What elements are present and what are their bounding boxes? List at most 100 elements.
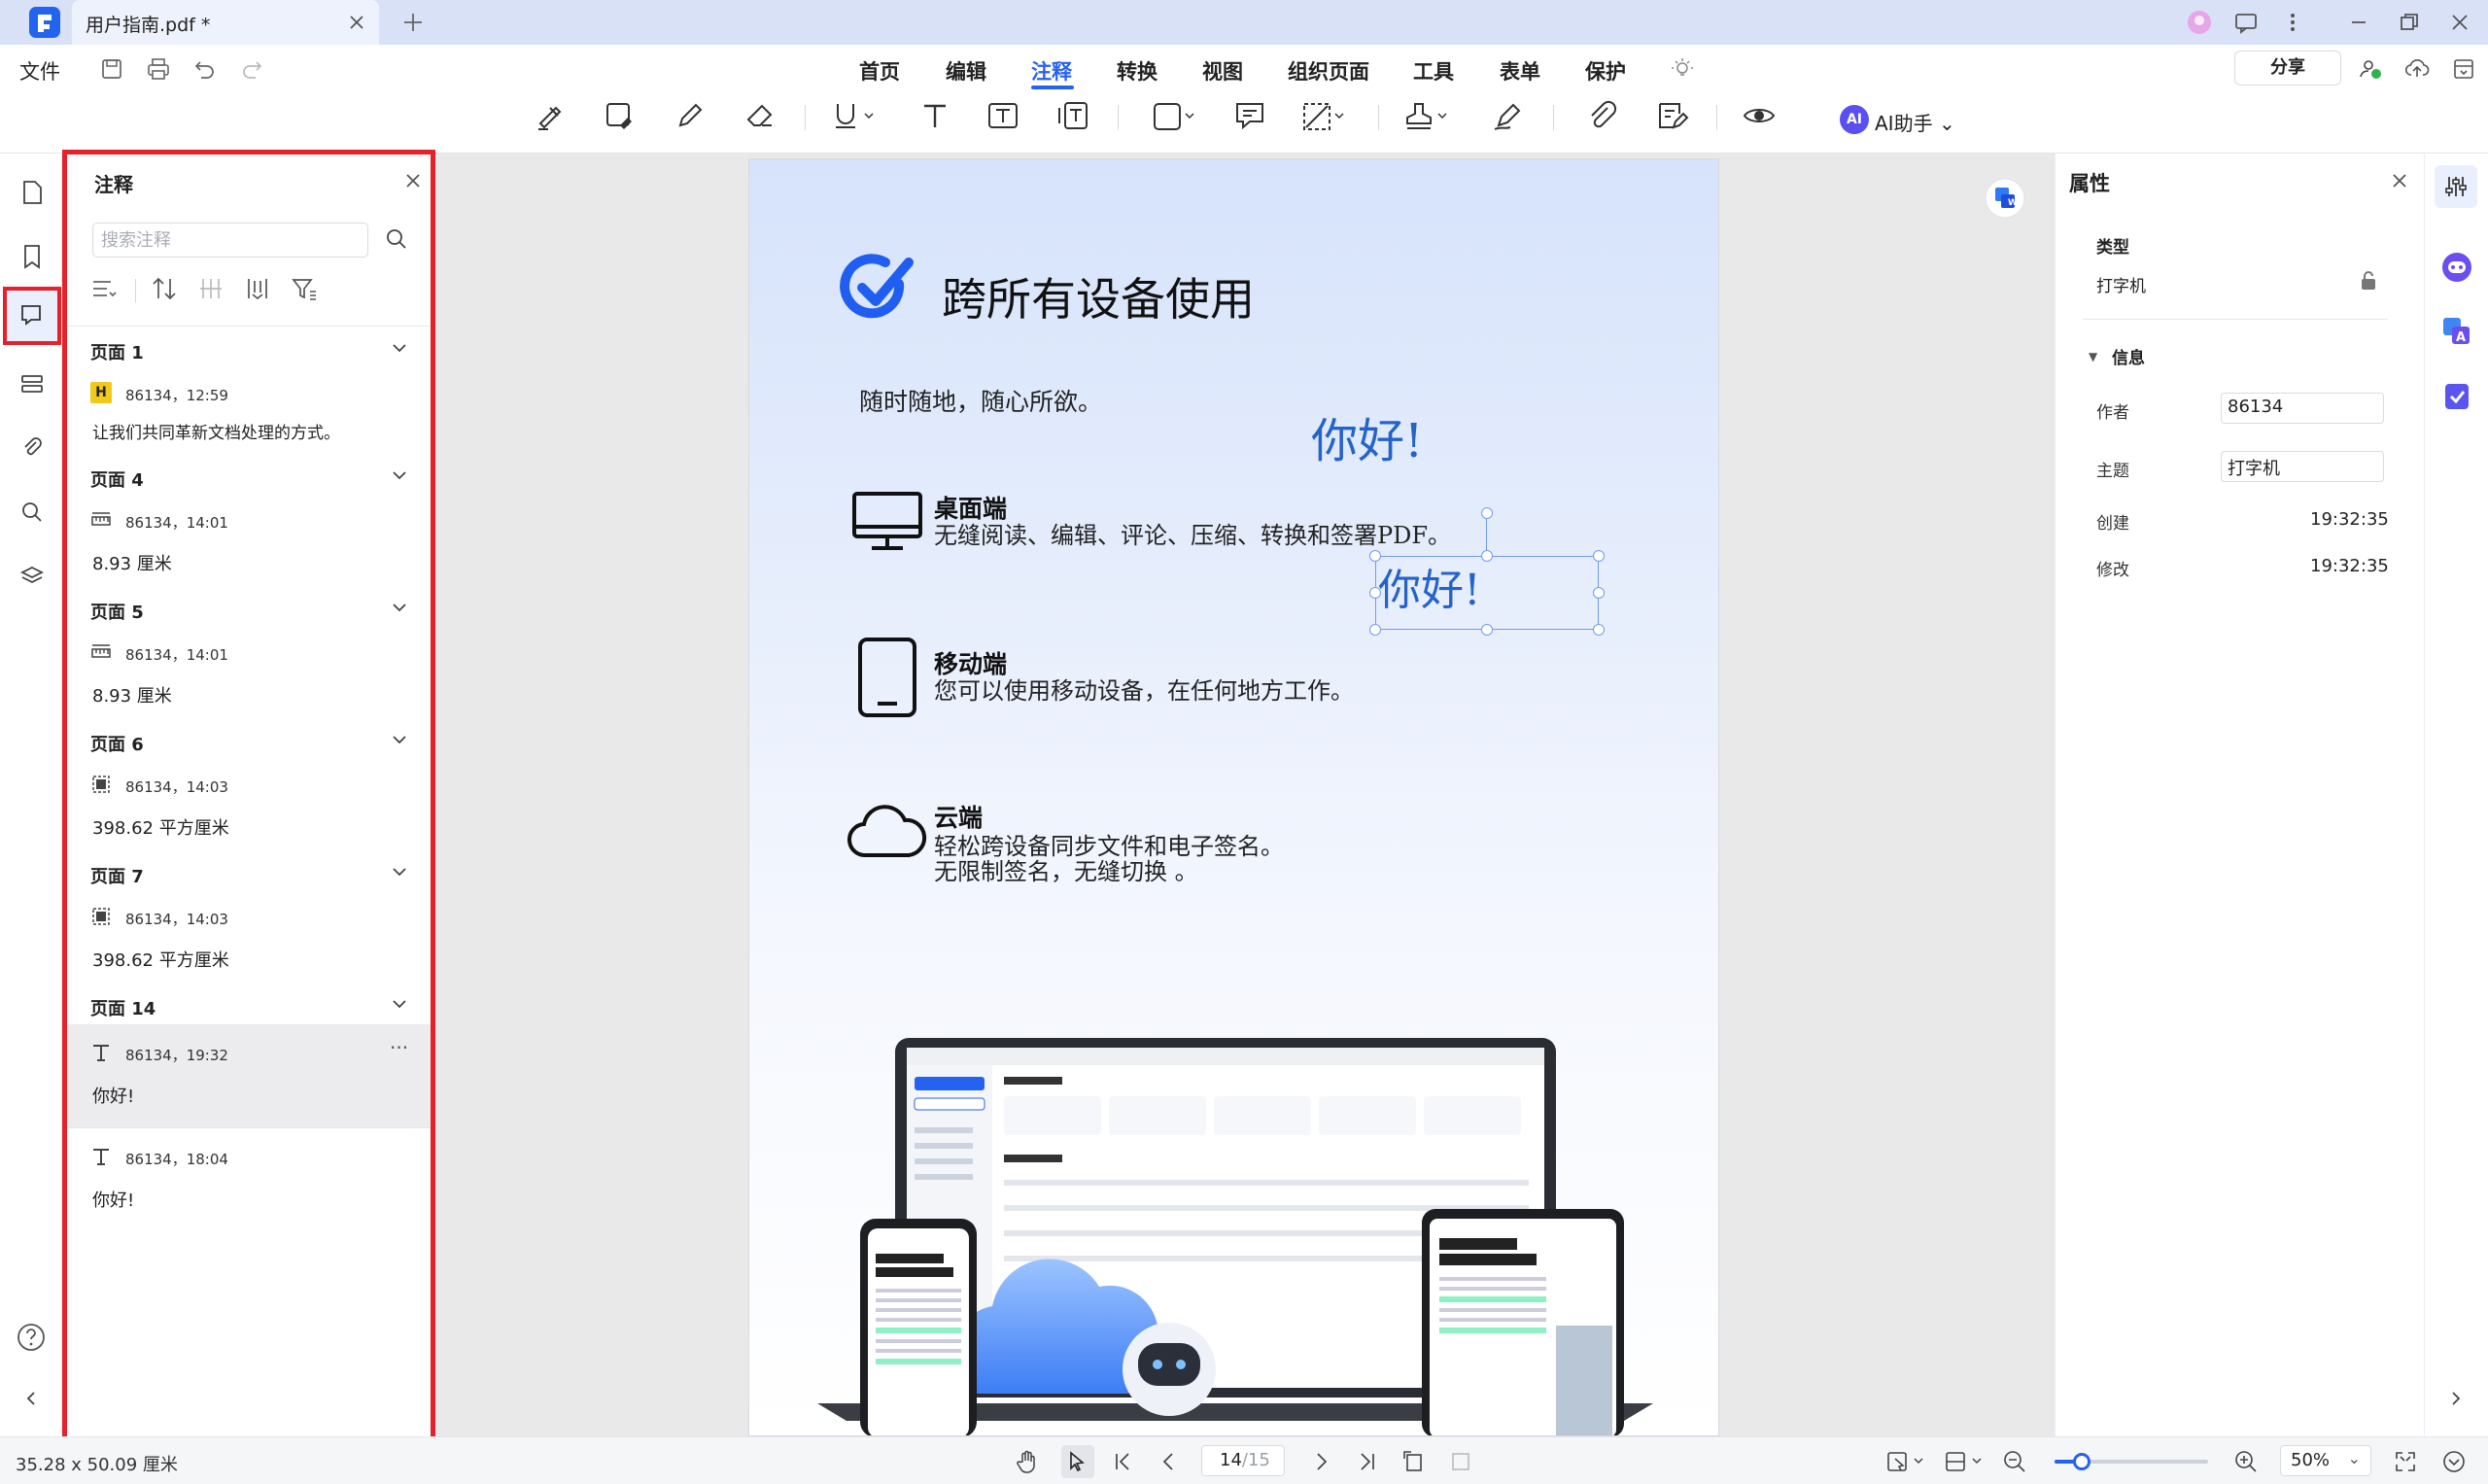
menu-protect[interactable]: 保护: [1585, 56, 1626, 86]
chevron-down-icon[interactable]: [391, 341, 408, 355]
close-window-icon[interactable]: [2447, 10, 2472, 35]
shape-icon[interactable]: [1151, 98, 1199, 133]
cursor-mode-icon[interactable]: [1885, 1449, 1928, 1474]
more-vertical-icon[interactable]: [2280, 10, 2305, 35]
comment-group-page-14[interactable]: 页面 14: [67, 984, 431, 1020]
menu-edit[interactable]: 编辑: [946, 56, 986, 86]
avatar[interactable]: [2187, 10, 2212, 35]
comment-group-page-4[interactable]: 页面 4: [67, 455, 431, 492]
hand-tool-icon[interactable]: [1015, 1449, 1040, 1474]
comment-group-page-7[interactable]: 页面 7: [67, 851, 431, 888]
bookmark-icon[interactable]: [19, 243, 45, 270]
chevron-down-icon[interactable]: [391, 468, 408, 482]
comment-item[interactable]: 86134，18:04 你好!: [67, 1128, 431, 1231]
measure-icon[interactable]: [1300, 98, 1349, 133]
resize-handle[interactable]: [1481, 550, 1493, 562]
eye-icon[interactable]: [1742, 98, 1777, 133]
eraser-icon[interactable]: [743, 98, 778, 133]
zoom-level-select[interactable]: 50% ⌄: [2280, 1445, 2371, 1476]
resize-handle[interactable]: [1593, 624, 1605, 636]
chevron-down-icon[interactable]: [391, 865, 408, 879]
document-tab[interactable]: 用户指南.pdf *: [72, 0, 379, 45]
menu-comment[interactable]: 注释: [1031, 56, 1072, 86]
lightbulb-icon[interactable]: [1670, 56, 1695, 82]
previous-page-icon[interactable]: [1157, 1449, 1182, 1474]
menu-form[interactable]: 表单: [1500, 56, 1540, 86]
expand-all-icon[interactable]: [197, 275, 225, 302]
textbox-icon[interactable]: [985, 98, 1020, 133]
chevron-down-icon[interactable]: [391, 733, 408, 746]
handwritten-annotation[interactable]: 你好!: [1311, 402, 1423, 470]
resize-handle[interactable]: [1593, 587, 1605, 599]
select-tool-icon[interactable]: [1061, 1445, 1094, 1478]
callout-icon[interactable]: [1055, 98, 1090, 133]
comments-rail-button[interactable]: [3, 287, 61, 345]
comment-item-selected[interactable]: 86134，19:32 ··· 你好!: [67, 1024, 431, 1127]
message-icon[interactable]: [2233, 10, 2259, 35]
properties-rail-button[interactable]: [2435, 165, 2477, 208]
page-thumbnail-icon[interactable]: [19, 179, 45, 206]
layers-stack-icon[interactable]: [19, 371, 45, 397]
layers-icon[interactable]: [19, 564, 45, 589]
next-page-icon[interactable]: [1308, 1449, 1333, 1474]
comment-search-input[interactable]: [92, 223, 368, 258]
comment-group-page-5[interactable]: 页面 5: [67, 587, 431, 624]
collapse-all-icon[interactable]: [244, 275, 271, 302]
search-icon[interactable]: [384, 226, 409, 252]
last-page-icon[interactable]: [1355, 1449, 1380, 1474]
first-page-icon[interactable]: [1110, 1449, 1135, 1474]
fit-page-icon[interactable]: [1448, 1449, 1473, 1474]
stamp-icon[interactable]: [1403, 98, 1452, 133]
pencil-icon[interactable]: [673, 98, 708, 133]
list-options-icon[interactable]: [90, 275, 118, 302]
caret-down-icon[interactable]: ▼: [2089, 350, 2097, 363]
sticky-note-icon[interactable]: [1232, 98, 1267, 133]
search-icon[interactable]: [19, 500, 45, 525]
attachment-icon[interactable]: [1584, 98, 1619, 133]
attachment-icon[interactable]: [19, 435, 45, 461]
chevron-left-icon[interactable]: [21, 1388, 41, 1409]
author-field[interactable]: 86134: [2221, 393, 2384, 424]
comment-group-page-6[interactable]: 页面 6: [67, 719, 431, 756]
cloud-upload-icon[interactable]: [2404, 56, 2430, 82]
plus-icon[interactable]: [400, 10, 426, 35]
more-options-icon[interactable]: ···: [390, 1036, 408, 1059]
area-highlight-icon[interactable]: [603, 98, 638, 133]
undo-icon[interactable]: [192, 56, 218, 82]
sort-icon[interactable]: [151, 275, 178, 302]
close-icon[interactable]: [2390, 171, 2409, 190]
lock-icon[interactable]: [2359, 270, 2378, 292]
zoom-slider[interactable]: [2055, 1453, 2208, 1470]
close-icon[interactable]: [346, 12, 367, 33]
minimize-icon[interactable]: [2346, 10, 2371, 35]
chevron-down-icon[interactable]: [391, 601, 408, 614]
signature-icon[interactable]: [1491, 98, 1526, 133]
typewriter-annotation-selection[interactable]: 你好!: [1375, 556, 1599, 630]
ai-robot-icon[interactable]: [2440, 251, 2473, 284]
menu-view[interactable]: 视图: [1202, 56, 1243, 86]
zoom-slider-handle[interactable]: [2073, 1453, 2091, 1470]
page-number-input[interactable]: 14/15: [1201, 1445, 1285, 1476]
chevron-right-icon[interactable]: [2446, 1388, 2466, 1409]
zoom-in-icon[interactable]: [2233, 1449, 2259, 1474]
task-check-icon[interactable]: [2440, 379, 2473, 412]
document-canvas[interactable]: 跨所有设备使用 随时随地，随心所欲。 你好! 桌面端 无缝阅读、编辑、评论、压缩…: [435, 154, 2055, 1436]
rotate-page-icon[interactable]: [1401, 1449, 1427, 1474]
translate-icon[interactable]: A: [2440, 315, 2473, 348]
fullscreen-icon[interactable]: [2393, 1449, 2418, 1474]
file-menu[interactable]: 文件: [19, 56, 60, 86]
resize-handle[interactable]: [1369, 550, 1381, 562]
save-icon[interactable]: [99, 56, 124, 82]
close-icon[interactable]: [403, 171, 423, 190]
filter-icon[interactable]: [291, 275, 318, 302]
menu-home[interactable]: 首页: [859, 56, 900, 86]
collapse-toolbar-icon[interactable]: [2451, 56, 2476, 82]
pdf-page[interactable]: 跨所有设备使用 随时随地，随心所欲。 你好! 桌面端 无缝阅读、编辑、评论、压缩…: [748, 158, 1719, 1436]
print-icon[interactable]: [146, 56, 171, 82]
resize-handle[interactable]: [1369, 624, 1381, 636]
help-icon[interactable]: [16, 1322, 47, 1353]
collapse-statusbar-icon[interactable]: [2441, 1449, 2467, 1474]
redo-icon[interactable]: [239, 56, 264, 82]
resize-handle[interactable]: [1593, 550, 1605, 562]
translate-icon[interactable]: W: [1984, 177, 2026, 220]
